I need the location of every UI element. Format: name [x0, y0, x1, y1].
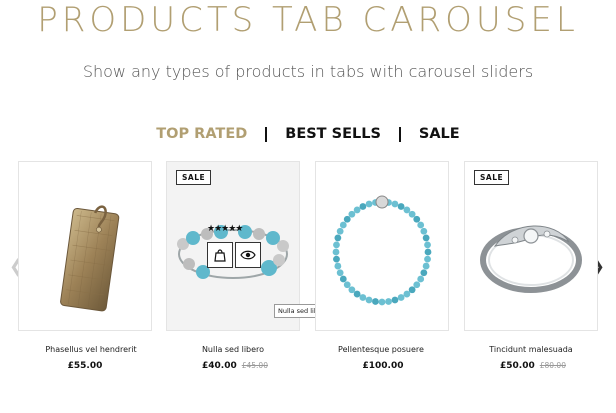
bead	[353, 290, 361, 298]
bead	[417, 275, 425, 283]
bead	[420, 227, 428, 235]
sale-badge: SALE	[176, 170, 212, 185]
product-card[interactable]	[18, 161, 152, 331]
bead	[353, 206, 361, 214]
product-name[interactable]: Nulla sed libero	[158, 345, 308, 354]
eye-icon	[240, 250, 256, 260]
bead	[422, 234, 430, 242]
bead	[397, 294, 405, 301]
page-title: PRODUCTS TAB CAROUSEL	[37, 0, 579, 40]
price-current: £50.00	[500, 361, 535, 371]
bead	[385, 298, 392, 305]
price-current: £40.00	[202, 361, 237, 371]
product-image-bead-bracelet	[332, 195, 432, 306]
bead	[348, 286, 356, 294]
charm-tag	[375, 195, 389, 209]
bead	[403, 206, 411, 214]
bead	[334, 234, 342, 242]
product-price: £100.00	[308, 361, 458, 371]
bead	[339, 221, 347, 229]
add-to-cart-button[interactable]	[207, 242, 233, 268]
price-old: £80.00	[539, 361, 566, 370]
bead	[420, 269, 428, 277]
product-name[interactable]: Tincidunt malesuada	[456, 345, 606, 354]
tab-sale[interactable]: SALE	[419, 126, 460, 142]
bead	[424, 248, 432, 256]
bead	[336, 269, 344, 277]
price-current: £55.00	[67, 361, 103, 371]
sale-badge: SALE	[474, 170, 510, 185]
bead	[424, 255, 431, 263]
bead	[413, 215, 421, 223]
bead	[422, 262, 430, 270]
bead	[359, 203, 367, 210]
bead	[348, 210, 356, 218]
tab-top-rated[interactable]: TOP RATED	[156, 126, 247, 142]
bead	[408, 210, 416, 218]
tab-best-sells[interactable]: BEST SELLS	[285, 126, 381, 142]
product-image-silver-ring	[480, 225, 582, 293]
product-card[interactable]: SALE	[464, 161, 598, 331]
rating-stars: ★★★★★	[207, 224, 243, 234]
bead	[365, 296, 373, 304]
price-current: £100.00	[362, 361, 404, 371]
product-name[interactable]: Pellentesque posuere	[306, 345, 456, 354]
product-price: £55.00	[10, 361, 160, 371]
product-image-wallet	[60, 205, 120, 312]
bead	[333, 255, 340, 263]
bead	[378, 298, 386, 306]
product-name[interactable]: Phasellus vel hendrerit	[16, 345, 166, 354]
bead	[417, 221, 425, 229]
bead	[333, 241, 340, 249]
bead	[391, 200, 399, 208]
tab-divider	[265, 126, 268, 142]
quickview-button[interactable]	[235, 242, 261, 268]
bead	[403, 290, 411, 298]
bead	[372, 298, 379, 305]
product-tabs: TOP RATED BEST SELLS SALE	[0, 126, 616, 142]
bead	[332, 248, 340, 256]
bead	[339, 275, 347, 283]
product-price: £40.00 £45.00	[160, 361, 310, 371]
bead	[408, 286, 416, 294]
product-card[interactable]	[315, 161, 449, 331]
bead	[343, 215, 351, 223]
bead	[359, 294, 367, 301]
bead	[413, 281, 421, 289]
shopping-bag-icon	[214, 249, 226, 262]
product-price: £50.00 £80.00	[458, 361, 608, 371]
bead	[391, 296, 399, 304]
bead	[334, 262, 342, 270]
bead	[336, 227, 344, 235]
page-subtitle: Show any types of products in tabs with …	[82, 62, 534, 81]
bead	[365, 200, 373, 208]
bead	[424, 241, 431, 249]
price-old: £45.00	[241, 361, 268, 370]
tab-divider	[398, 126, 401, 142]
bead	[343, 281, 351, 289]
bead	[397, 203, 405, 210]
